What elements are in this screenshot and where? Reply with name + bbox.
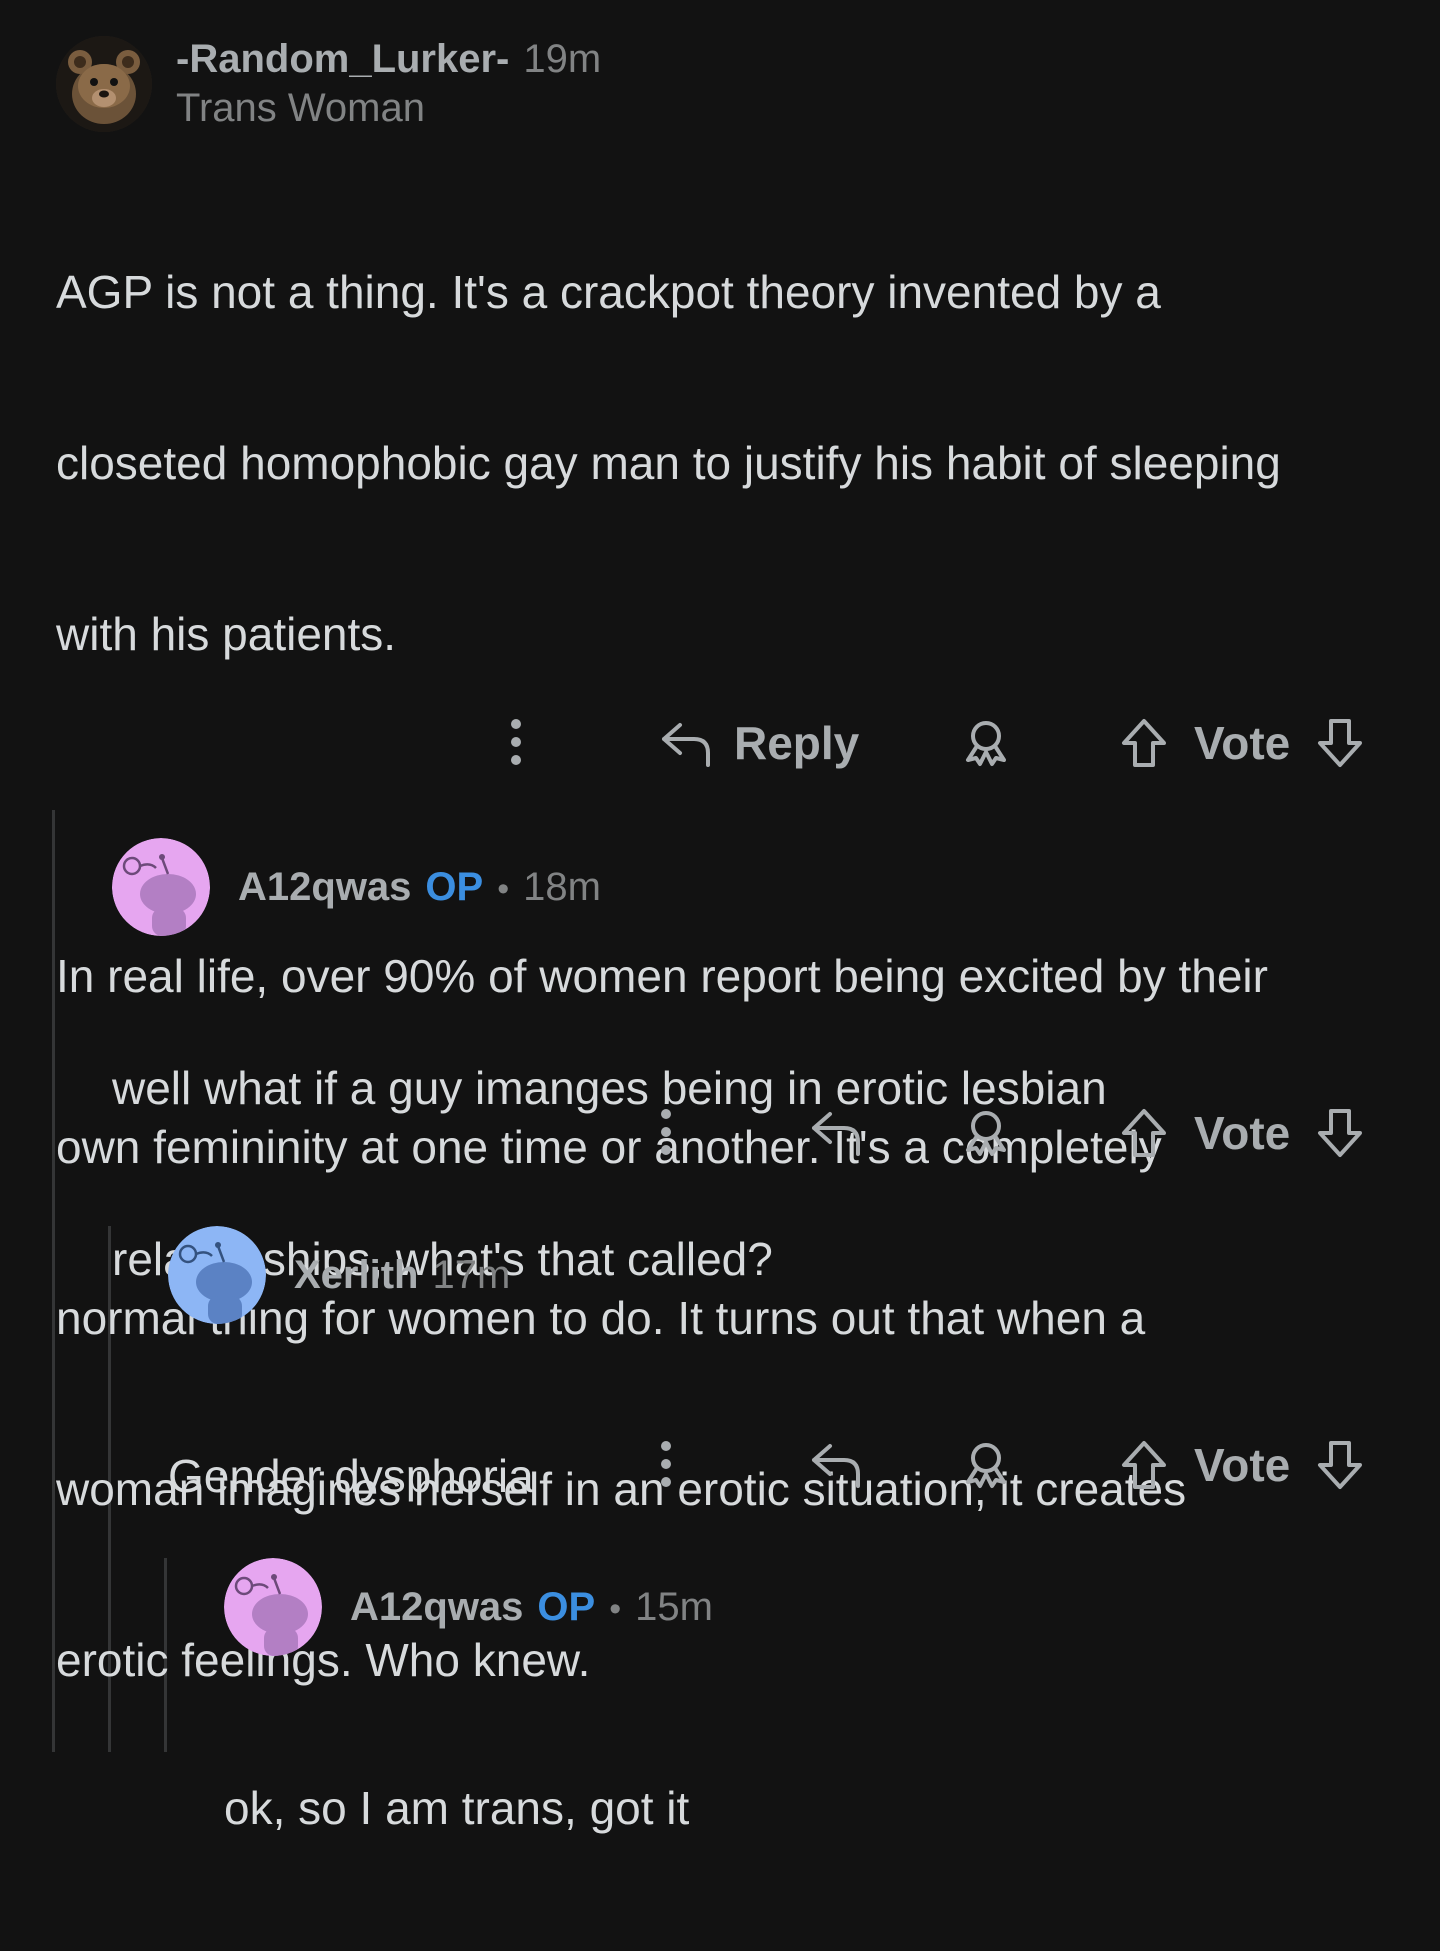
- avatar[interactable]: [56, 36, 152, 132]
- comment-actions: Reply Vote: [500, 712, 1390, 772]
- reply-button[interactable]: [808, 1106, 864, 1158]
- username[interactable]: A12qwas: [238, 865, 411, 910]
- comment-header: A12qwas OP • 15m: [224, 1558, 1384, 1656]
- award-button[interactable]: [960, 1106, 1012, 1158]
- thread-line-level-1[interactable]: [52, 810, 55, 1752]
- comment-header: -Random_Lurker- 19m Trans Woman: [56, 36, 1396, 132]
- comment-a12qwas-2: A12qwas OP • 15m ok, so I am trans, got …: [224, 1558, 1384, 1951]
- award-icon: [966, 1111, 1006, 1156]
- more-options-button[interactable]: [650, 1438, 682, 1490]
- comment-header: A12qwas OP • 18m: [112, 838, 1392, 936]
- separator-dot: •: [609, 1589, 622, 1628]
- body-line: closeted homophobic gay man to justify h…: [56, 437, 1281, 489]
- user-flair: Trans Woman: [176, 86, 425, 130]
- reply-arrow-icon: [812, 1112, 860, 1156]
- vote-controls: Vote: [1118, 1438, 1366, 1492]
- reply-button[interactable]: [808, 1438, 864, 1490]
- reply-button[interactable]: Reply: [658, 716, 859, 770]
- avatar[interactable]: [224, 1558, 322, 1656]
- award-icon: [966, 1443, 1006, 1488]
- comment-actions: Vote: [650, 1102, 1390, 1162]
- user-meta: -Random_Lurker- 19m Trans Woman: [176, 37, 601, 131]
- avatar-bear-image: [56, 36, 152, 132]
- separator-dot: •: [497, 869, 510, 908]
- more-options-button[interactable]: [500, 716, 532, 768]
- award-icon: [966, 721, 1006, 766]
- avatar[interactable]: [112, 838, 210, 936]
- more-options-button[interactable]: [650, 1106, 682, 1158]
- avatar[interactable]: [168, 1226, 266, 1324]
- award-button[interactable]: [960, 1438, 1012, 1490]
- snoo-avatar-icon: [168, 1226, 266, 1324]
- vote-label: Vote: [1194, 717, 1291, 769]
- vote-label: Vote: [1194, 1439, 1291, 1491]
- comment-header: Xerlith 17m: [168, 1226, 1388, 1324]
- user-line: -Random_Lurker- 19m: [176, 37, 601, 82]
- reply-label: Reply: [734, 717, 860, 769]
- op-badge: OP: [425, 864, 484, 909]
- timestamp: 18m: [523, 864, 601, 909]
- more-options-icon: [661, 1109, 671, 1155]
- username[interactable]: Xerlith: [294, 1253, 418, 1298]
- vote-label: Vote: [1194, 1107, 1291, 1159]
- op-badge: OP: [537, 1584, 596, 1629]
- upvote-arrow-icon[interactable]: [1118, 717, 1170, 769]
- downvote-arrow-icon[interactable]: [1314, 1107, 1366, 1159]
- user-line: A12qwas OP • 18m: [238, 865, 601, 910]
- upvote-arrow-icon[interactable]: [1118, 1439, 1170, 1491]
- body-line: AGP is not a thing. It's a crackpot theo…: [56, 266, 1161, 318]
- downvote-arrow-icon[interactable]: [1314, 717, 1366, 769]
- user-line: Xerlith 17m: [294, 1253, 510, 1298]
- snoo-avatar-icon: [224, 1558, 322, 1656]
- upvote-arrow-icon[interactable]: [1118, 1107, 1170, 1159]
- body-line: ok, so I am trans, got it: [224, 1782, 690, 1834]
- reply-arrow-icon: [662, 723, 710, 767]
- timestamp: 19m: [523, 37, 602, 81]
- downvote-arrow-icon[interactable]: [1314, 1439, 1366, 1491]
- user-line: A12qwas OP • 15m: [350, 1585, 713, 1630]
- snoo-avatar-icon: [112, 838, 210, 936]
- award-button[interactable]: [960, 716, 1012, 768]
- more-options-icon: [661, 1441, 671, 1487]
- body-line-blank: [56, 777, 1396, 834]
- more-options-icon: [511, 719, 521, 765]
- comment-body: ok, so I am trans, got it: [224, 1666, 1384, 1951]
- timestamp: 17m: [432, 1252, 511, 1297]
- vote-controls: Vote: [1118, 1106, 1366, 1160]
- vote-controls: Vote: [1118, 716, 1366, 770]
- body-line: with his patients.: [56, 608, 397, 660]
- comment-actions: Vote: [650, 1434, 1390, 1494]
- username[interactable]: A12qwas: [350, 1585, 523, 1630]
- timestamp: 15m: [635, 1584, 713, 1629]
- reply-arrow-icon: [812, 1444, 860, 1488]
- username[interactable]: -Random_Lurker-: [176, 37, 509, 82]
